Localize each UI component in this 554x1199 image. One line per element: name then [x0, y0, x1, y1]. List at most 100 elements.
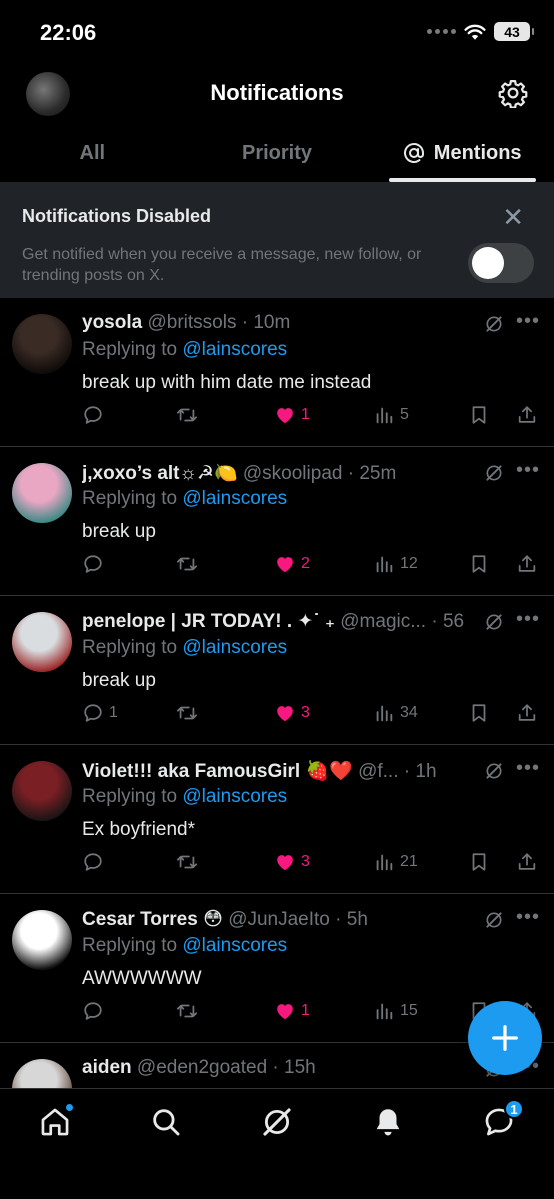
heart-icon: [277, 855, 293, 871]
share-button[interactable]: [516, 851, 538, 873]
view-count: 12: [400, 555, 418, 572]
like-button[interactable]: 2: [274, 553, 310, 575]
author-name[interactable]: Violet!!! aka FamousGirl 🍓❤️: [82, 761, 353, 782]
more-options-icon[interactable]: •••: [516, 608, 540, 631]
like-count: 1: [301, 406, 310, 423]
plus-icon: [492, 1025, 518, 1051]
mention-link[interactable]: @lainscores: [182, 488, 287, 509]
reply-button[interactable]: 1: [82, 702, 118, 724]
share-button[interactable]: [516, 404, 538, 426]
compose-button[interactable]: [468, 1001, 542, 1075]
post-text: break up: [82, 521, 156, 542]
mention-post[interactable]: Violet!!! aka FamousGirl 🍓❤️ @f... · 1h …: [0, 745, 554, 894]
repost-button[interactable]: [176, 1000, 203, 1022]
author-handle: @JunJaeIto · 5h: [228, 909, 368, 930]
repost-button[interactable]: [176, 702, 203, 724]
views-button[interactable]: 15: [373, 1000, 418, 1022]
grok-icon[interactable]: [484, 612, 504, 632]
author-avatar[interactable]: [12, 1059, 72, 1088]
view-count: 5: [400, 406, 409, 423]
more-options-icon[interactable]: •••: [516, 459, 540, 482]
author-name[interactable]: j,xoxo’s alt☼☭🍋: [82, 463, 238, 484]
view-count: 15: [400, 1002, 418, 1019]
author-name[interactable]: aiden: [82, 1057, 132, 1078]
mention-post[interactable]: yosola @britssols · 10m ••• Replying to …: [0, 298, 554, 447]
tab-label: Mentions: [433, 141, 522, 164]
tab-priority[interactable]: Priority: [185, 124, 370, 182]
tab-mentions[interactable]: Mentions: [369, 124, 554, 182]
author-avatar[interactable]: [12, 612, 72, 672]
author-avatar[interactable]: [12, 910, 72, 970]
replying-to: Replying to @lainscores: [82, 339, 288, 360]
wifi-icon: [464, 24, 486, 40]
repost-button[interactable]: [176, 404, 203, 426]
author-handle: @britssols · 10m: [147, 312, 291, 333]
repost-button[interactable]: [176, 553, 203, 575]
reply-button[interactable]: [82, 1000, 109, 1022]
views-button[interactable]: 34: [373, 702, 418, 724]
bookmark-button[interactable]: [468, 553, 490, 575]
views-chart-icon: [376, 854, 393, 871]
share-icon: [518, 555, 536, 572]
views-button[interactable]: 12: [373, 553, 418, 575]
mention-link[interactable]: @lainscores: [182, 339, 287, 360]
replying-to: Replying to @lainscores: [82, 786, 288, 807]
repost-button[interactable]: [176, 851, 203, 873]
like-button[interactable]: 1: [274, 404, 310, 426]
reply-button[interactable]: [82, 404, 109, 426]
reply-button[interactable]: [82, 553, 109, 575]
close-icon[interactable]: ✕: [502, 204, 524, 230]
mention-link[interactable]: @lainscores: [182, 637, 287, 658]
notifications-toggle[interactable]: [468, 243, 534, 283]
mention-link[interactable]: @lainscores: [182, 935, 287, 956]
views-button[interactable]: 21: [373, 851, 418, 873]
more-options-icon[interactable]: •••: [516, 757, 540, 780]
like-button[interactable]: 1: [274, 1000, 310, 1022]
search-icon: [153, 1109, 180, 1136]
author-name[interactable]: Cesar Torres 😳: [82, 909, 223, 930]
heart-icon: [277, 1004, 293, 1020]
repost-icon: [176, 1004, 198, 1018]
views-button[interactable]: 5: [373, 404, 409, 426]
nav-messages[interactable]: 1: [482, 1099, 524, 1139]
nav-home[interactable]: [38, 1103, 74, 1139]
grok-icon[interactable]: [484, 463, 504, 483]
author-avatar[interactable]: [12, 761, 72, 821]
reply-button[interactable]: [82, 851, 109, 873]
more-options-icon[interactable]: •••: [516, 906, 540, 929]
tab-label: Priority: [241, 141, 313, 164]
grok-icon[interactable]: [484, 910, 504, 930]
post-header: yosola @britssols · 10m: [82, 312, 464, 334]
author-avatar[interactable]: [12, 314, 72, 374]
author-name[interactable]: yosola: [82, 312, 142, 333]
grok-icon[interactable]: [484, 314, 504, 334]
post-text: AWWWWWW: [82, 968, 202, 989]
repost-icon: [176, 408, 198, 422]
more-options-icon[interactable]: •••: [516, 310, 540, 333]
author-avatar[interactable]: [12, 463, 72, 523]
share-button[interactable]: [516, 702, 538, 724]
settings-gear-icon[interactable]: [498, 78, 528, 108]
nav-grok[interactable]: [260, 1105, 294, 1139]
share-button[interactable]: [516, 553, 538, 575]
repost-icon: [176, 557, 198, 571]
tab-all[interactable]: All: [0, 124, 185, 182]
post-text: break up: [82, 670, 156, 691]
bookmark-button[interactable]: [468, 702, 490, 724]
mention-link[interactable]: @lainscores: [182, 786, 287, 807]
bookmark-button[interactable]: [468, 851, 490, 873]
nav-notifications[interactable]: [371, 1105, 405, 1139]
author-name[interactable]: penelope | JR TODAY! . ✦˙ ₊: [82, 611, 335, 632]
like-button[interactable]: 3: [274, 851, 310, 873]
bookmark-button[interactable]: [468, 404, 490, 426]
like-button[interactable]: 3: [274, 702, 310, 724]
nav-search[interactable]: [149, 1105, 183, 1139]
grok-icon[interactable]: [484, 761, 504, 781]
status-time: 22:06: [40, 20, 97, 45]
share-icon: [518, 406, 536, 423]
mention-post[interactable]: penelope | JR TODAY! . ✦˙ ₊ @magic... · …: [0, 596, 554, 745]
mention-post[interactable]: j,xoxo’s alt☼☭🍋 @skoolipad · 25m ••• Rep…: [0, 447, 554, 596]
views-chart-icon: [376, 705, 393, 722]
view-count: 21: [400, 853, 418, 870]
post-header: Cesar Torres 😳 @JunJaeIto · 5h: [82, 908, 464, 931]
